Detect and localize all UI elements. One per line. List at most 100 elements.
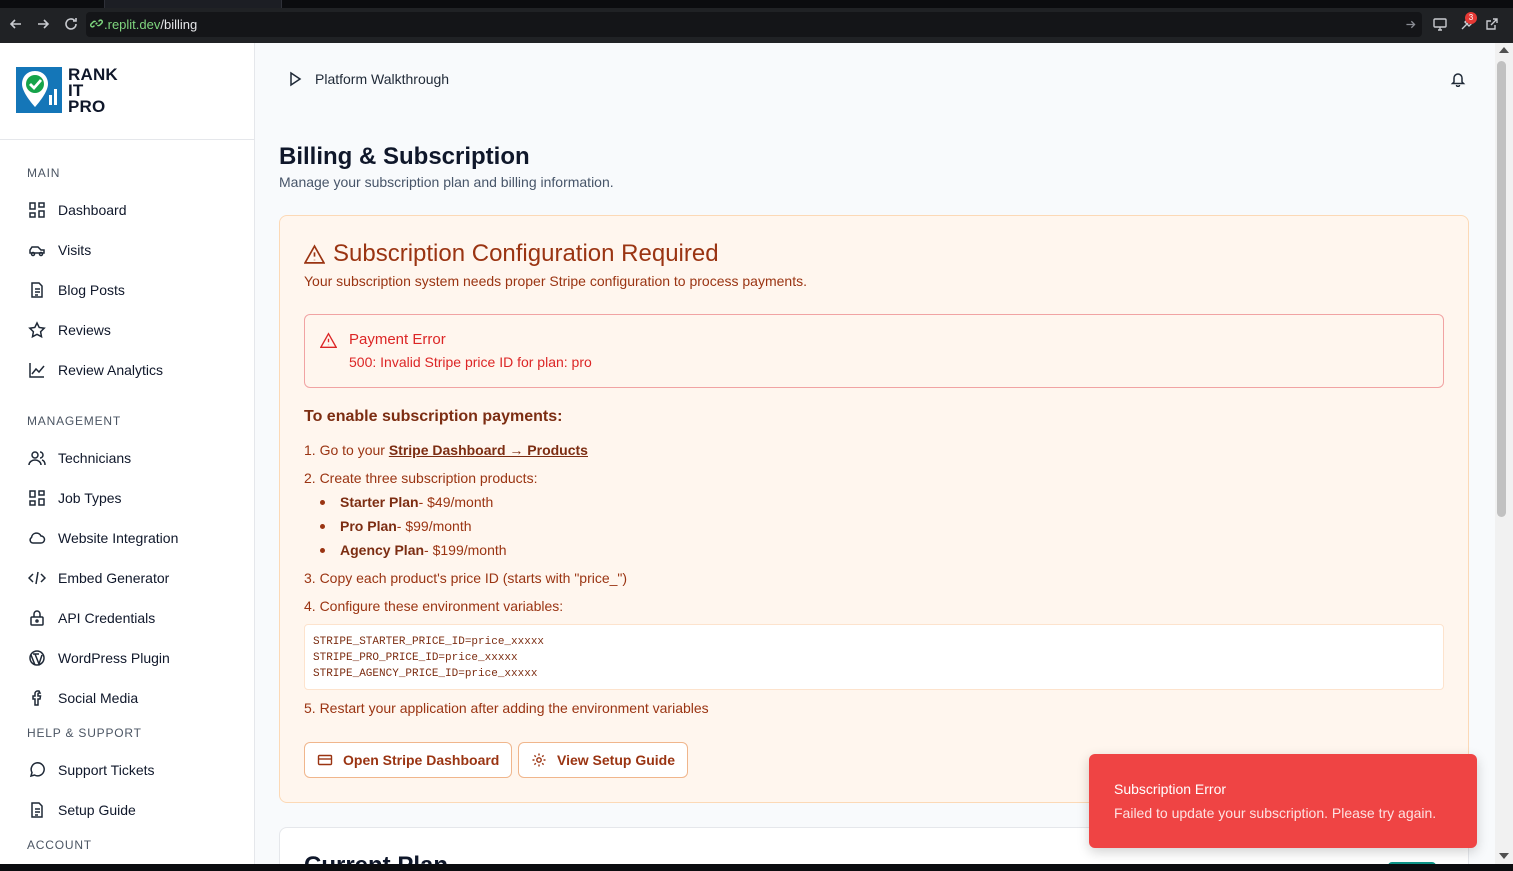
url-host: .replit.dev <box>104 17 161 32</box>
step-2: 2. Create three subscription products: <box>304 470 538 486</box>
facebook-icon <box>32 690 42 706</box>
sidebar-item-dashboard[interactable]: Dashboard <box>16 193 238 227</box>
bullet-dot <box>320 523 325 529</box>
scroll-down-arrow-icon[interactable] <box>1499 853 1509 859</box>
sidebar-item-reviews[interactable]: Reviews <box>16 313 238 347</box>
step-1-prefix: 1. Go to your <box>304 442 389 458</box>
section-label-account: ACCOUNT <box>27 838 92 852</box>
sidebar-item-website-integration[interactable]: Website Integration <box>16 521 238 555</box>
plan-list-item: Pro Plan - $99/month <box>320 518 472 534</box>
step-5: 5. Restart your application after adding… <box>304 700 709 716</box>
bell-icon[interactable] <box>1450 71 1466 87</box>
car-icon <box>29 246 45 257</box>
browser-tab-strip <box>0 0 1513 8</box>
sidebar-item-embed-generator[interactable]: Embed Generator <box>16 561 238 595</box>
subscription-error-toast[interactable]: Subscription Error Failed to update your… <box>1089 754 1477 848</box>
plan-price: - $99/month <box>396 518 472 534</box>
go-arrow-icon[interactable] <box>1404 18 1417 31</box>
sidebar-item-blog-posts[interactable]: Blog Posts <box>16 273 238 307</box>
scroll-thumb[interactable] <box>1497 61 1506 517</box>
payment-error-message: 500: Invalid Stripe price ID for plan: p… <box>349 354 592 370</box>
step-4: 4. Configure these environment variables… <box>304 598 564 614</box>
sidebar-item-job-types[interactable]: Job Types <box>16 481 238 515</box>
sidebar-item-label: Setup Guide <box>58 802 136 818</box>
document-icon <box>31 282 43 298</box>
config-title: Subscription Configuration Required <box>304 240 719 268</box>
page-subtitle: Manage your subscription plan and billin… <box>279 174 614 190</box>
browser-tab[interactable] <box>104 0 282 8</box>
subscription-config-card: Subscription Configuration Required Your… <box>279 215 1469 803</box>
env-var-line: STRIPE_AGENCY_PRICE_ID=price_xxxxx <box>313 668 538 680</box>
scroll-up-arrow-icon[interactable] <box>1499 47 1509 53</box>
toast-message: Failed to update your subscription. Plea… <box>1114 805 1437 821</box>
step-3: 3. Copy each product's price ID (starts … <box>304 570 628 586</box>
link-icon <box>90 19 103 28</box>
reload-icon[interactable] <box>63 16 79 32</box>
env-var-line: STRIPE_STARTER_PRICE_ID=price_xxxxx <box>313 636 545 648</box>
chat-icon <box>29 762 45 778</box>
bullet-dot <box>320 547 325 553</box>
plan-price: - $199/month <box>424 542 507 558</box>
setup-guide-label: View Setup Guide <box>557 752 675 768</box>
wordpress-icon <box>29 650 45 667</box>
logo-area[interactable]: RANK IT PRO <box>0 43 254 140</box>
plan-list-item: Starter Plan - $49/month <box>320 494 493 510</box>
sidebar-item-label: Reviews <box>58 322 111 338</box>
credit-card-icon <box>317 754 333 766</box>
back-icon[interactable] <box>8 16 24 32</box>
forward-icon[interactable] <box>35 16 51 32</box>
sidebar-item-support-tickets[interactable]: Support Tickets <box>16 753 238 787</box>
sidebar-item-visits[interactable]: Visits <box>16 233 238 267</box>
sidebar-item-social-media[interactable]: Social Media <box>16 681 238 715</box>
plan-name: Agency Plan <box>340 542 425 558</box>
sidebar-item-setup-guide[interactable]: Setup Guide <box>16 793 238 827</box>
page-title: Billing & Subscription <box>279 143 530 170</box>
code-icon <box>28 571 46 585</box>
users-icon <box>28 451 46 466</box>
open-stripe-dashboard-button[interactable]: Open Stripe Dashboard <box>304 742 513 778</box>
plan-name: Starter Plan <box>340 494 419 510</box>
address-bar[interactable] <box>86 12 1422 37</box>
sidebar-item-label: Job Types <box>58 490 122 506</box>
lock-icon <box>30 610 44 626</box>
cloud-icon <box>29 532 46 544</box>
sidebar: RANK IT PRO MAIN Dashboard Visits Blog P… <box>0 43 255 871</box>
sidebar-item-label: Support Tickets <box>58 762 155 778</box>
steps-title: To enable subscription payments: <box>304 408 563 425</box>
sidebar-item-review-analytics[interactable]: Review Analytics <box>16 353 238 387</box>
sidebar-item-label: Embed Generator <box>58 570 170 586</box>
section-label-main: MAIN <box>27 166 61 180</box>
payment-error-alert: Payment Error 500: Invalid Stripe price … <box>304 314 1444 388</box>
platform-walkthrough-button[interactable]: Platform Walkthrough <box>287 71 449 87</box>
config-title-text: Subscription Configuration Required <box>333 240 719 267</box>
page-scrollbar[interactable] <box>1495 43 1513 871</box>
bullet-dot <box>320 499 325 505</box>
document-icon <box>31 802 43 818</box>
env-vars-code-block: STRIPE_STARTER_PRICE_ID=price_xxxxx STRI… <box>304 624 1444 690</box>
sidebar-item-label: Social Media <box>58 690 139 706</box>
env-var-line: STRIPE_PRO_PRICE_ID=price_xxxxx <box>313 652 518 664</box>
brand-name: RANK IT PRO <box>68 66 118 115</box>
external-link-icon[interactable] <box>1484 16 1500 32</box>
brand-logo-icon <box>16 67 62 113</box>
app-window: RANK IT PRO MAIN Dashboard Visits Blog P… <box>0 43 1495 871</box>
open-stripe-label: Open Stripe Dashboard <box>343 752 500 768</box>
payment-error-title: Payment Error <box>349 331 446 348</box>
warning-icon <box>304 243 325 264</box>
sidebar-item-wordpress-plugin[interactable]: WordPress Plugin <box>16 641 238 675</box>
grid-icon <box>29 202 45 218</box>
grid-icon <box>29 490 45 506</box>
sidebar-item-label: Review Analytics <box>58 362 164 378</box>
section-label-help-support: HELP & SUPPORT <box>27 726 142 740</box>
main-content: Platform Walkthrough Billing & Subscript… <box>255 43 1495 871</box>
alert-triangle-icon <box>320 332 337 348</box>
sidebar-item-api-credentials[interactable]: API Credentials <box>16 601 238 635</box>
sidebar-item-technicians[interactable]: Technicians <box>16 441 238 475</box>
url-text: .replit.dev/billing <box>104 17 197 32</box>
view-setup-guide-button[interactable]: View Setup Guide <box>518 742 688 778</box>
sidebar-item-label: Blog Posts <box>58 282 125 298</box>
star-icon <box>28 321 46 339</box>
monitor-icon[interactable] <box>1432 16 1448 32</box>
stripe-products-link[interactable]: Stripe Dashboard → Products <box>389 442 588 458</box>
notification-badge: 3 <box>1465 12 1477 24</box>
